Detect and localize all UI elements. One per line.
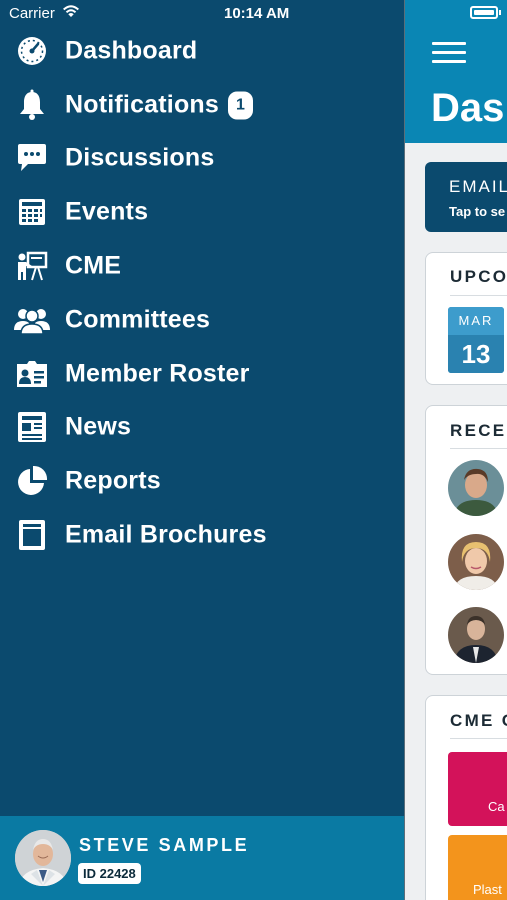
battery-icon [470,6,498,19]
member-id-tag: ID 22428 [78,863,141,884]
cme-category-label: Ca [488,799,505,814]
email-card-title: EMAIL [449,177,507,196]
notification-count-badge: 1 [228,91,253,120]
cme-card-title: CME C [450,711,507,730]
menu-item-label: Reports [65,466,161,495]
divider [450,448,507,449]
cme-category-label: Plast [473,882,502,897]
presentation-icon [14,248,50,284]
menu-item-discussions[interactable]: Discussions [0,132,404,186]
id-card-icon [14,356,50,392]
group-icon [14,302,50,338]
side-drawer: Dashboard Notifications 1 Discussions Eve… [0,0,404,900]
cme-category-tile[interactable]: Ca [448,752,507,826]
menu-item-label: CME [65,251,122,280]
bell-icon [14,87,50,123]
hamburger-menu-icon[interactable] [432,42,466,64]
carrier-label: Carrier [9,5,55,22]
profile-name: STEVE SAMPLE [79,835,250,855]
menu-item-email-brochures[interactable]: Email Brochures [0,508,404,562]
app-screen: Carrier 10:14 AM Dashboard Notifications… [0,0,507,900]
menu-item-label: Member Roster [65,359,250,388]
cme-category-tile[interactable]: Plast [448,835,507,900]
calendar-icon [14,194,50,230]
avatar[interactable] [448,460,504,516]
email-card[interactable]: EMAIL Tap to se [425,162,507,232]
chat-bubble-icon [14,140,50,176]
menu-item-notifications[interactable]: Notifications 1 [0,78,404,132]
event-day: 13 [448,335,504,373]
menu-item-label: Dashboard [65,36,198,65]
profile-footer[interactable]: STEVE SAMPLE ID 22428 [0,816,404,900]
menu-item-label: Events [65,197,149,226]
event-month: MAR [448,307,504,335]
clock: 10:14 AM [224,5,290,22]
event-date-tile[interactable]: MAR 13 [448,307,504,373]
dashboard-panel[interactable]: Dash EMAIL Tap to se UPCO MAR 13 RECEN [404,0,507,900]
notifications-label: Notifications [65,90,219,119]
avatar[interactable] [448,534,504,590]
menu-item-label: Notifications 1 [65,90,253,120]
avatar[interactable] [448,607,504,663]
menu-item-label: Committees [65,305,211,334]
wifi-icon [62,4,80,22]
menu-item-cme[interactable]: CME [0,239,404,293]
status-bar: Carrier 10:14 AM [0,0,507,28]
menu-item-member-roster[interactable]: Member Roster [0,347,404,401]
battery-tip [499,10,501,15]
menu-item-reports[interactable]: Reports [0,454,404,508]
menu-item-events[interactable]: Events [0,185,404,239]
brochure-icon [14,517,50,553]
page-title: Dash [431,86,507,130]
menu-item-label: Discussions [65,143,215,172]
divider [450,738,507,739]
upcoming-card-title: UPCO [450,267,507,286]
newspaper-icon [14,409,50,445]
drawer-menu: Dashboard Notifications 1 Discussions Eve… [0,24,404,562]
divider [450,295,507,296]
avatar [15,830,71,886]
recent-card-title: RECEN [450,421,507,440]
menu-item-label: News [65,412,132,441]
dashboard-gauge-icon [14,33,50,69]
tile-background [448,752,507,826]
menu-item-news[interactable]: News [0,401,404,455]
email-card-subtitle: Tap to se [449,204,506,219]
menu-item-dashboard[interactable]: Dashboard [0,24,404,78]
menu-item-label: Email Brochures [65,520,267,549]
menu-item-committees[interactable]: Committees [0,293,404,347]
pie-chart-icon [14,463,50,499]
